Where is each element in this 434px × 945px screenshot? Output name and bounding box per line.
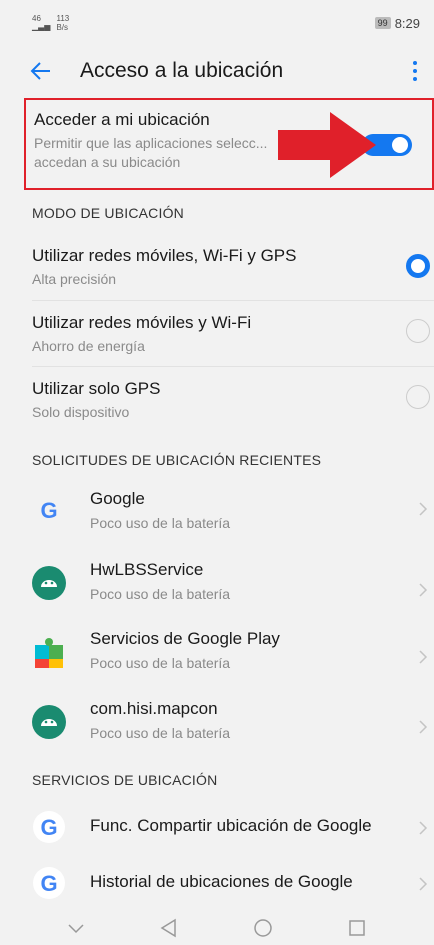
service-location-history[interactable]: G Historial de ubicaciones de Google — [32, 864, 434, 904]
app-usage: Poco uso de la batería — [90, 586, 231, 602]
app-text: HwLBSService Poco uso de la batería — [90, 560, 230, 602]
mode-option-device-only[interactable]: Utilizar solo GPS Solo dispositivo — [32, 379, 434, 420]
service-location-sharing[interactable]: G Func. Compartir ubicación de Google — [32, 808, 434, 848]
red-arrow-annotation-icon — [278, 112, 376, 178]
puzzle-icon — [35, 638, 63, 668]
status-bar: 46 ▁▃▅ 113 B/s 99 8:29 — [0, 0, 434, 46]
service-name: Historial de ubicaciones de Google — [90, 872, 353, 891]
divider — [32, 300, 434, 301]
app-name: HwLBSService — [90, 560, 204, 579]
recent-section-header: SOLICITUDES DE UBICACIÓN RECIENTES — [32, 452, 322, 468]
app-usage: Poco uso de la batería — [90, 515, 231, 531]
google-icon: G — [33, 867, 65, 899]
svg-text:G: G — [40, 498, 57, 523]
service-name: Func. Compartir ubicación de Google — [90, 816, 372, 835]
page-title: Acceso a la ubicación — [80, 59, 284, 82]
recent-app-mapcon[interactable]: com.hisi.mapcon Poco uso de la batería — [32, 699, 434, 755]
service-text: Historial de ubicaciones de Google — [90, 872, 353, 892]
home-circle-icon[interactable] — [253, 918, 273, 938]
app-text: Google Poco uso de la batería — [90, 489, 230, 531]
svg-text:G: G — [40, 871, 57, 896]
divider — [32, 366, 434, 367]
app-bar: Acceso a la ubicación — [0, 46, 434, 96]
location-access-subtitle: Permitir que las aplicaciones selecc... … — [34, 135, 268, 170]
app-name: Servicios de Google Play — [90, 629, 280, 648]
android-icon — [32, 705, 66, 739]
recent-app-play-services[interactable]: Servicios de Google Play Poco uso de la … — [32, 629, 434, 685]
mode-option-title: Utilizar redes móviles y Wi-Fi — [32, 313, 252, 332]
google-icon: G — [33, 811, 65, 843]
mode-section-header: MODO DE UBICACIÓN — [32, 205, 184, 221]
chevron-right-icon — [419, 877, 428, 891]
app-usage: Poco uso de la batería — [90, 725, 231, 741]
google-icon: G — [40, 498, 57, 523]
mode-option-subtitle: Ahorro de energía — [32, 338, 145, 354]
chevron-right-icon — [419, 502, 428, 516]
clock: 8:29 — [394, 15, 420, 31]
app-usage: Poco uso de la batería — [90, 655, 231, 671]
chevron-right-icon — [419, 821, 428, 835]
chevron-right-icon — [419, 583, 428, 597]
back-arrow-icon[interactable] — [30, 59, 54, 83]
mode-option-subtitle: Alta precisión — [32, 271, 117, 287]
mode-option-title: Utilizar solo GPS — [32, 379, 161, 398]
chevron-right-icon — [419, 720, 428, 734]
radio-unselected[interactable] — [406, 385, 430, 409]
app-text: com.hisi.mapcon Poco uso de la batería — [90, 699, 230, 741]
system-nav-bar — [0, 910, 434, 945]
battery-icon: 99 — [374, 17, 391, 29]
android-icon — [32, 566, 66, 600]
recent-app-google[interactable]: G Google Poco uso de la batería — [32, 489, 434, 545]
app-name: com.hisi.mapcon — [90, 699, 218, 718]
services-section-header: SERVICIOS DE UBICACIÓN — [32, 772, 218, 788]
mode-option-high-accuracy[interactable]: Utilizar redes móviles, Wi-Fi y GPS Alta… — [32, 246, 434, 287]
service-text: Func. Compartir ubicación de Google — [90, 816, 372, 836]
status-left: 46 ▁▃▅ 113 B/s — [32, 14, 69, 32]
chevron-right-icon — [419, 650, 428, 664]
recents-square-icon[interactable] — [347, 918, 367, 938]
svg-text:G: G — [40, 815, 57, 840]
back-triangle-icon[interactable] — [159, 918, 179, 938]
switch-knob — [392, 137, 408, 153]
network-speed: 113 B/s — [56, 14, 70, 32]
app-text: Servicios de Google Play Poco uso de la … — [90, 629, 280, 671]
radio-selected[interactable] — [406, 254, 430, 278]
signal-icon: 46 ▁▃▅ — [32, 14, 51, 31]
status-right: 99 8:29 — [374, 15, 420, 31]
recent-app-hwlbs[interactable]: HwLBSService Poco uso de la batería — [32, 560, 434, 616]
chevron-down-icon[interactable] — [67, 922, 85, 934]
mode-option-title: Utilizar redes móviles, Wi-Fi y GPS — [32, 246, 297, 265]
radio-unselected[interactable] — [406, 319, 430, 343]
more-options-icon[interactable] — [410, 61, 420, 81]
mode-option-subtitle: Solo dispositivo — [32, 404, 130, 420]
mode-option-battery-saving[interactable]: Utilizar redes móviles y Wi-Fi Ahorro de… — [32, 313, 434, 354]
app-name: Google — [90, 489, 145, 508]
